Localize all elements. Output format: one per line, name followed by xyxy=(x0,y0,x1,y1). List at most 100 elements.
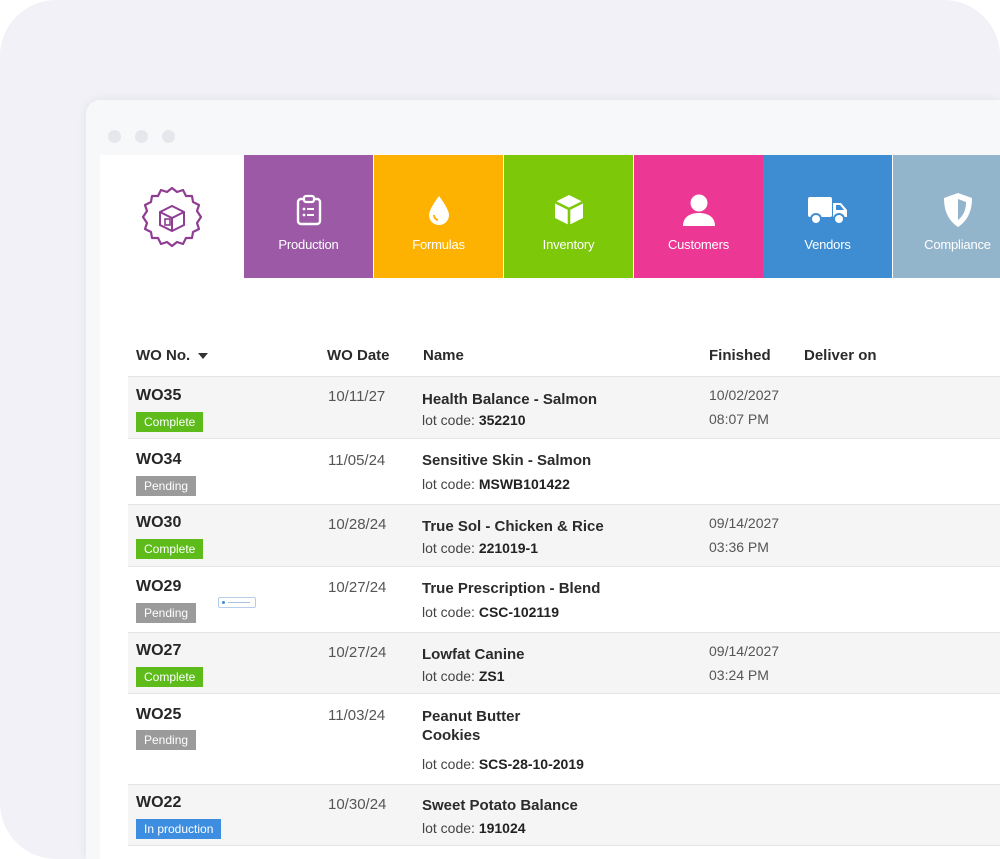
wo-number[interactable]: WO22 xyxy=(136,794,181,812)
logo-badge-icon xyxy=(141,186,203,247)
box-icon xyxy=(552,190,586,230)
lot-value: 191024 xyxy=(478,820,526,836)
lot-value: ZS1 xyxy=(478,668,505,684)
finished-time: 03:24 PM xyxy=(709,667,769,683)
status-badge: In production xyxy=(136,819,222,839)
lot-value: 352210 xyxy=(478,412,526,428)
table-bottom-border xyxy=(128,845,1000,846)
lot-code: lot code: MSWB101422 xyxy=(422,476,570,492)
lot-code: lot code: 352210 xyxy=(422,412,526,428)
lot-label: lot code: xyxy=(422,756,475,772)
app-logo[interactable] xyxy=(100,155,244,278)
lot-code: lot code: SCS-28-10-2019 xyxy=(422,756,584,772)
product-name[interactable]: Peanut Butter Cookies xyxy=(422,707,520,745)
wo-date: 11/05/24 xyxy=(328,452,386,469)
status-badge: Pending xyxy=(136,476,197,496)
status-badge: Pending xyxy=(136,603,197,623)
nav-vendors[interactable]: Vendors xyxy=(763,155,892,278)
sort-down-icon xyxy=(198,353,209,359)
product-name[interactable]: Health Balance - Salmon xyxy=(422,390,597,409)
col-header-name[interactable]: Name xyxy=(423,347,464,364)
nav-label: Formulas xyxy=(412,236,465,252)
table-row[interactable]: WO22 In production 10/30/24 Sweet Potato… xyxy=(128,784,1000,846)
table-row[interactable]: WO25 Pending 11/03/24 Peanut Butter Cooki… xyxy=(128,693,1000,785)
product-name[interactable]: True Sol - Chicken & Rice xyxy=(422,517,604,536)
lot-code: lot code: CSC-102119 xyxy=(422,604,559,620)
nav-customers[interactable]: Customers xyxy=(634,155,763,278)
nav-label: Compliance xyxy=(924,236,991,252)
col-header-date[interactable]: WO Date xyxy=(327,347,390,364)
wo-number[interactable]: WO25 xyxy=(136,706,181,724)
lot-label: lot code: xyxy=(422,476,475,492)
col-header-wo-label: WO No. xyxy=(136,347,191,364)
nav-production[interactable]: Production xyxy=(244,155,373,278)
wo-number[interactable]: WO30 xyxy=(136,514,181,532)
nav-formulas[interactable]: Formulas xyxy=(374,155,503,278)
status-badge: Pending xyxy=(136,730,197,750)
table-row[interactable]: WO35 Complete 10/11/27 Health Balance - … xyxy=(128,376,1000,439)
table-row[interactable]: WO34 Pending 11/05/24 Sensitive Skin - S… xyxy=(128,438,1000,505)
finished-time: 08:07 PM xyxy=(709,411,769,427)
table-row[interactable]: WO29 Pending 10/27/24 True Prescription … xyxy=(128,566,1000,633)
wo-date: 10/28/24 xyxy=(328,516,387,533)
lot-code: lot code: ZS1 xyxy=(422,668,505,684)
nav-inventory[interactable]: Inventory xyxy=(504,155,633,278)
lot-label: lot code: xyxy=(422,604,475,620)
wo-number[interactable]: WO35 xyxy=(136,387,181,405)
nav-label: Production xyxy=(278,236,339,252)
lot-label: lot code: xyxy=(422,668,475,684)
truck-icon xyxy=(807,190,849,230)
window-dot[interactable] xyxy=(135,130,148,143)
lot-value: SCS-28-10-2019 xyxy=(478,756,584,772)
wo-date: 10/30/24 xyxy=(328,796,387,813)
wo-number[interactable]: WO29 xyxy=(136,578,181,596)
nav-label: Customers xyxy=(667,236,730,252)
status-badge: Complete xyxy=(136,412,204,432)
finished-datetime: 10/02/2027 08:07 PM xyxy=(709,383,779,431)
product-name-line: Peanut Butter xyxy=(422,708,521,725)
lot-label: lot code: xyxy=(422,820,475,836)
finished-time: 03:36 PM xyxy=(709,539,769,555)
finished-datetime: 09/14/2027 03:36 PM xyxy=(709,511,779,559)
nav-compliance[interactable]: Compliance xyxy=(893,155,1000,278)
product-name[interactable]: True Prescription - Blend xyxy=(422,579,600,598)
table-row[interactable]: WO30 Complete 10/28/24 True Sol - Chicke… xyxy=(128,504,1000,567)
product-name-line: Cookies xyxy=(422,727,481,744)
finished-datetime: 09/14/2027 03:24 PM xyxy=(709,639,779,687)
lot-label: lot code: xyxy=(422,540,475,556)
col-header-wo[interactable]: WO No. xyxy=(136,347,209,364)
wo-date: 10/27/24 xyxy=(328,644,387,661)
wo-number[interactable]: WO27 xyxy=(136,642,181,660)
lot-code: lot code: 191024 xyxy=(422,820,526,836)
col-header-deliver[interactable]: Deliver on xyxy=(804,347,877,364)
clipboard-icon xyxy=(296,190,322,230)
wo-date: 10/11/27 xyxy=(328,388,386,405)
product-name[interactable]: Sweet Potato Balance xyxy=(422,796,578,815)
finished-date: 10/02/2027 xyxy=(709,387,780,403)
wo-date: 11/03/24 xyxy=(328,707,386,724)
product-name[interactable]: Lowfat Canine xyxy=(422,645,525,664)
table-row[interactable]: WO27 Complete 10/27/24 Lowfat Canine lot… xyxy=(128,632,1000,694)
lot-value: 221019-1 xyxy=(478,540,538,556)
person-icon xyxy=(681,190,717,230)
lot-value: CSC-102119 xyxy=(478,604,559,620)
app-content: Production Formulas Inventory Customers xyxy=(100,155,1000,859)
window-controls xyxy=(108,130,175,143)
lot-code: lot code: 221019-1 xyxy=(422,540,538,556)
nav-label: Inventory xyxy=(542,236,595,252)
product-name[interactable]: Sensitive Skin - Salmon xyxy=(422,451,591,470)
wo-date: 10/27/24 xyxy=(328,579,387,596)
status-badge: Complete xyxy=(136,539,204,559)
window-dot[interactable] xyxy=(108,130,121,143)
drop-icon xyxy=(426,190,452,230)
mini-button[interactable] xyxy=(218,597,256,608)
window-dot[interactable] xyxy=(162,130,175,143)
wo-number[interactable]: WO34 xyxy=(136,451,181,469)
col-header-finished[interactable]: Finished xyxy=(709,347,771,364)
finished-date: 09/14/2027 xyxy=(709,515,780,531)
shield-icon xyxy=(943,190,973,230)
lot-value: MSWB101422 xyxy=(478,476,570,492)
status-badge: Complete xyxy=(136,667,204,687)
app-window: Production Formulas Inventory Customers xyxy=(86,100,1000,859)
lot-label: lot code: xyxy=(422,412,475,428)
